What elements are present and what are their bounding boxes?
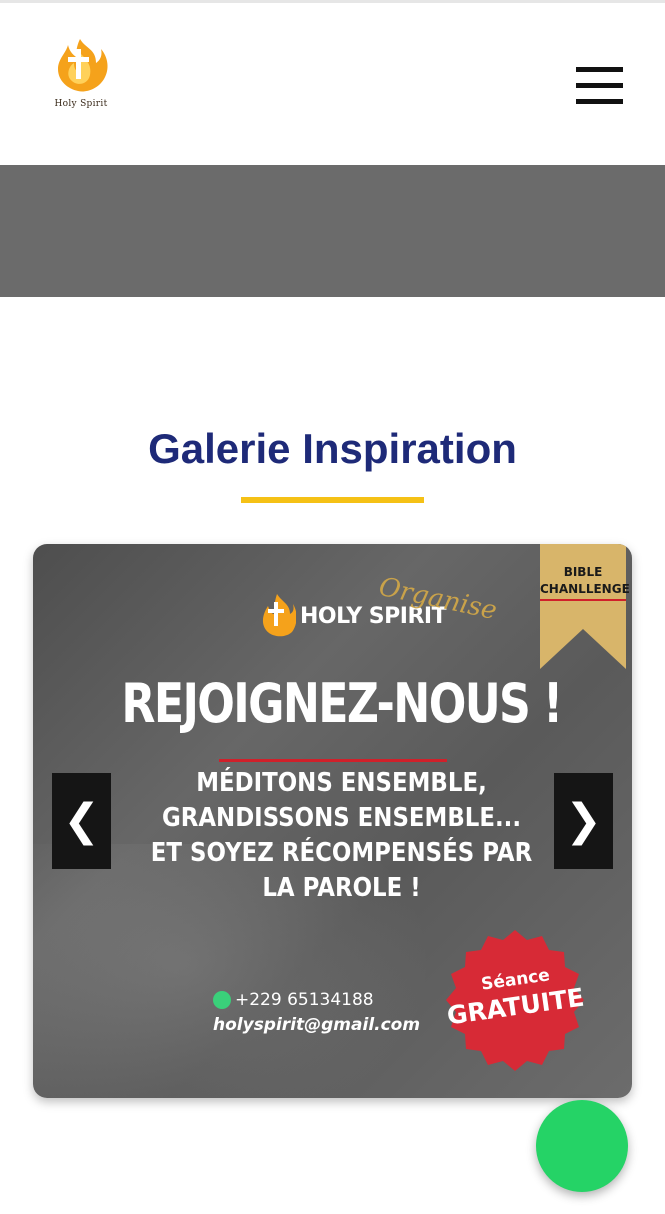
slide-subtext: MÉDITONS ENSEMBLE, GRANDISSONS ENSEMBLE.… bbox=[70, 766, 613, 906]
logo-text: Holy Spirit bbox=[54, 99, 108, 109]
slide-subtext-line: MÉDITONS ENSEMBLE, bbox=[196, 768, 487, 798]
ribbon-line2: CHANLLENGE bbox=[540, 582, 630, 596]
slide-phone: +229 65134188 bbox=[235, 990, 374, 1010]
slide-contact: +229 65134188 holyspirit@gmail.com bbox=[213, 990, 433, 1035]
slide-brand: HOLY SPIRIT Organise bbox=[258, 572, 518, 642]
flame-cross-icon bbox=[262, 594, 296, 637]
section-title: Galerie Inspiration bbox=[148, 425, 517, 472]
holy-spirit-logo[interactable]: Holy Spirit bbox=[46, 35, 116, 115]
hamburger-menu-icon[interactable] bbox=[576, 67, 623, 105]
slide-subtext-line: LA PAROLE ! bbox=[262, 873, 421, 903]
title-underline bbox=[241, 497, 424, 503]
slide-subtext-line: ET SOYEZ RÉCOMPENSÉS PAR bbox=[150, 838, 533, 868]
page-banner bbox=[0, 165, 665, 297]
slide-subtext-line: GRANDISSONS ENSEMBLE... bbox=[161, 803, 522, 833]
flame-cross-icon bbox=[58, 39, 108, 92]
ribbon-line1: BIBLE bbox=[563, 565, 603, 579]
carousel-prev-button[interactable]: ❮ bbox=[52, 773, 111, 869]
carousel-next-button[interactable]: ❯ bbox=[554, 773, 613, 869]
bible-challenge-ribbon: BIBLE CHANLLENGE bbox=[540, 544, 630, 669]
site-header: Holy Spirit bbox=[0, 0, 665, 165]
slide-email: holyspirit@gmail.com bbox=[213, 1015, 421, 1035]
whatsapp-icon bbox=[213, 991, 231, 1009]
slide-headline: REJOIGNEZ-NOUS ! bbox=[121, 672, 563, 735]
free-session-badge: Séance GRATUITE bbox=[443, 930, 588, 1075]
slide-divider bbox=[219, 759, 447, 762]
gallery-carousel[interactable]: BIBLE CHANLLENGE HOLY SPIRIT Organise RE… bbox=[33, 544, 632, 1098]
chat-fab-button[interactable] bbox=[536, 1100, 628, 1192]
